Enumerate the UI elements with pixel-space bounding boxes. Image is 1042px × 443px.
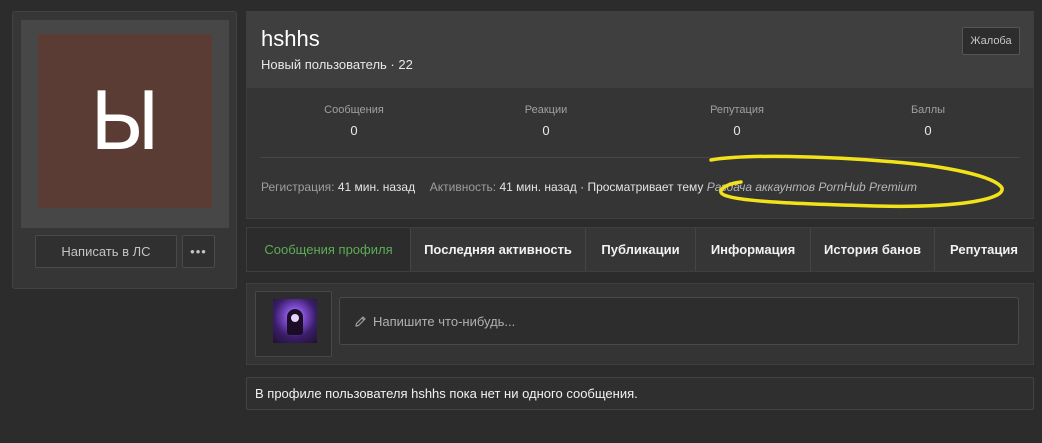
stat-value: 0 [733, 123, 741, 138]
tab-reputation[interactable]: Репутация [935, 228, 1033, 271]
status-input[interactable]: Напишите что-нибудь... [339, 297, 1019, 345]
tab-profile-posts[interactable]: Сообщения профиля [247, 228, 411, 271]
avatar-figure [287, 309, 303, 335]
stat-label: Реакции [524, 104, 568, 116]
tab-postings[interactable]: Публикации [586, 228, 696, 271]
stat-label: Репутация [710, 104, 764, 116]
stat-label: Баллы [910, 104, 946, 116]
send-message-button[interactable]: Написать в ЛС [35, 235, 177, 268]
more-options-button[interactable]: ••• [182, 235, 215, 268]
activity-label: Активность: [429, 180, 497, 194]
avatar-frame: Ы [21, 20, 229, 228]
stat-messages[interactable]: Сообщения 0 [294, 104, 414, 138]
profile-avatar[interactable]: Ы [38, 34, 212, 208]
stat-reputation[interactable]: Репутация 0 [677, 104, 797, 138]
status-input-placeholder: Напишите что-нибудь... [373, 313, 516, 329]
empty-posts-text: В профиле пользователя hshhs пока нет ни… [255, 386, 638, 401]
status-composer: Напишите что-нибудь... [246, 283, 1034, 365]
registration-label: Регистрация: [261, 180, 335, 194]
activity-detail: · Просматривает тему [580, 180, 704, 194]
stat-label: Сообщения [324, 104, 384, 116]
current-user-avatar[interactable] [273, 299, 317, 343]
stat-value: 0 [542, 123, 550, 138]
report-button[interactable]: Жалоба [962, 27, 1020, 55]
composer-avatar-frame [255, 291, 332, 357]
empty-posts-notice: В профиле пользователя hshhs пока нет ни… [246, 377, 1034, 410]
profile-tabs: Сообщения профиля Последняя активность П… [246, 227, 1034, 272]
tab-information[interactable]: Информация [696, 228, 811, 271]
tab-ban-history[interactable]: История банов [811, 228, 935, 271]
stat-points[interactable]: Баллы 0 [868, 104, 988, 138]
stat-value: 0 [924, 123, 932, 138]
stat-reactions[interactable]: Реакции 0 [486, 104, 606, 138]
activity-value: 41 мин. назад [499, 180, 577, 194]
profile-stats: Сообщения 0 Реакции 0 Репутация 0 Баллы … [247, 104, 1033, 144]
registration-value: 41 мин. назад [337, 180, 416, 194]
profile-username: hshhs [261, 26, 320, 51]
pencil-icon [354, 315, 367, 328]
stat-value: 0 [350, 123, 358, 138]
profile-sidebar: Ы Написать в ЛС ••• [12, 11, 237, 289]
profile-user-title: Новый пользователь · 22 [261, 57, 413, 72]
tab-latest-activity[interactable]: Последняя активность [411, 228, 586, 271]
profile-header-top: hshhs Новый пользователь · 22 Жалоба [247, 12, 1033, 88]
highlight-scribble [709, 154, 1004, 209]
avatar-face [291, 314, 299, 322]
